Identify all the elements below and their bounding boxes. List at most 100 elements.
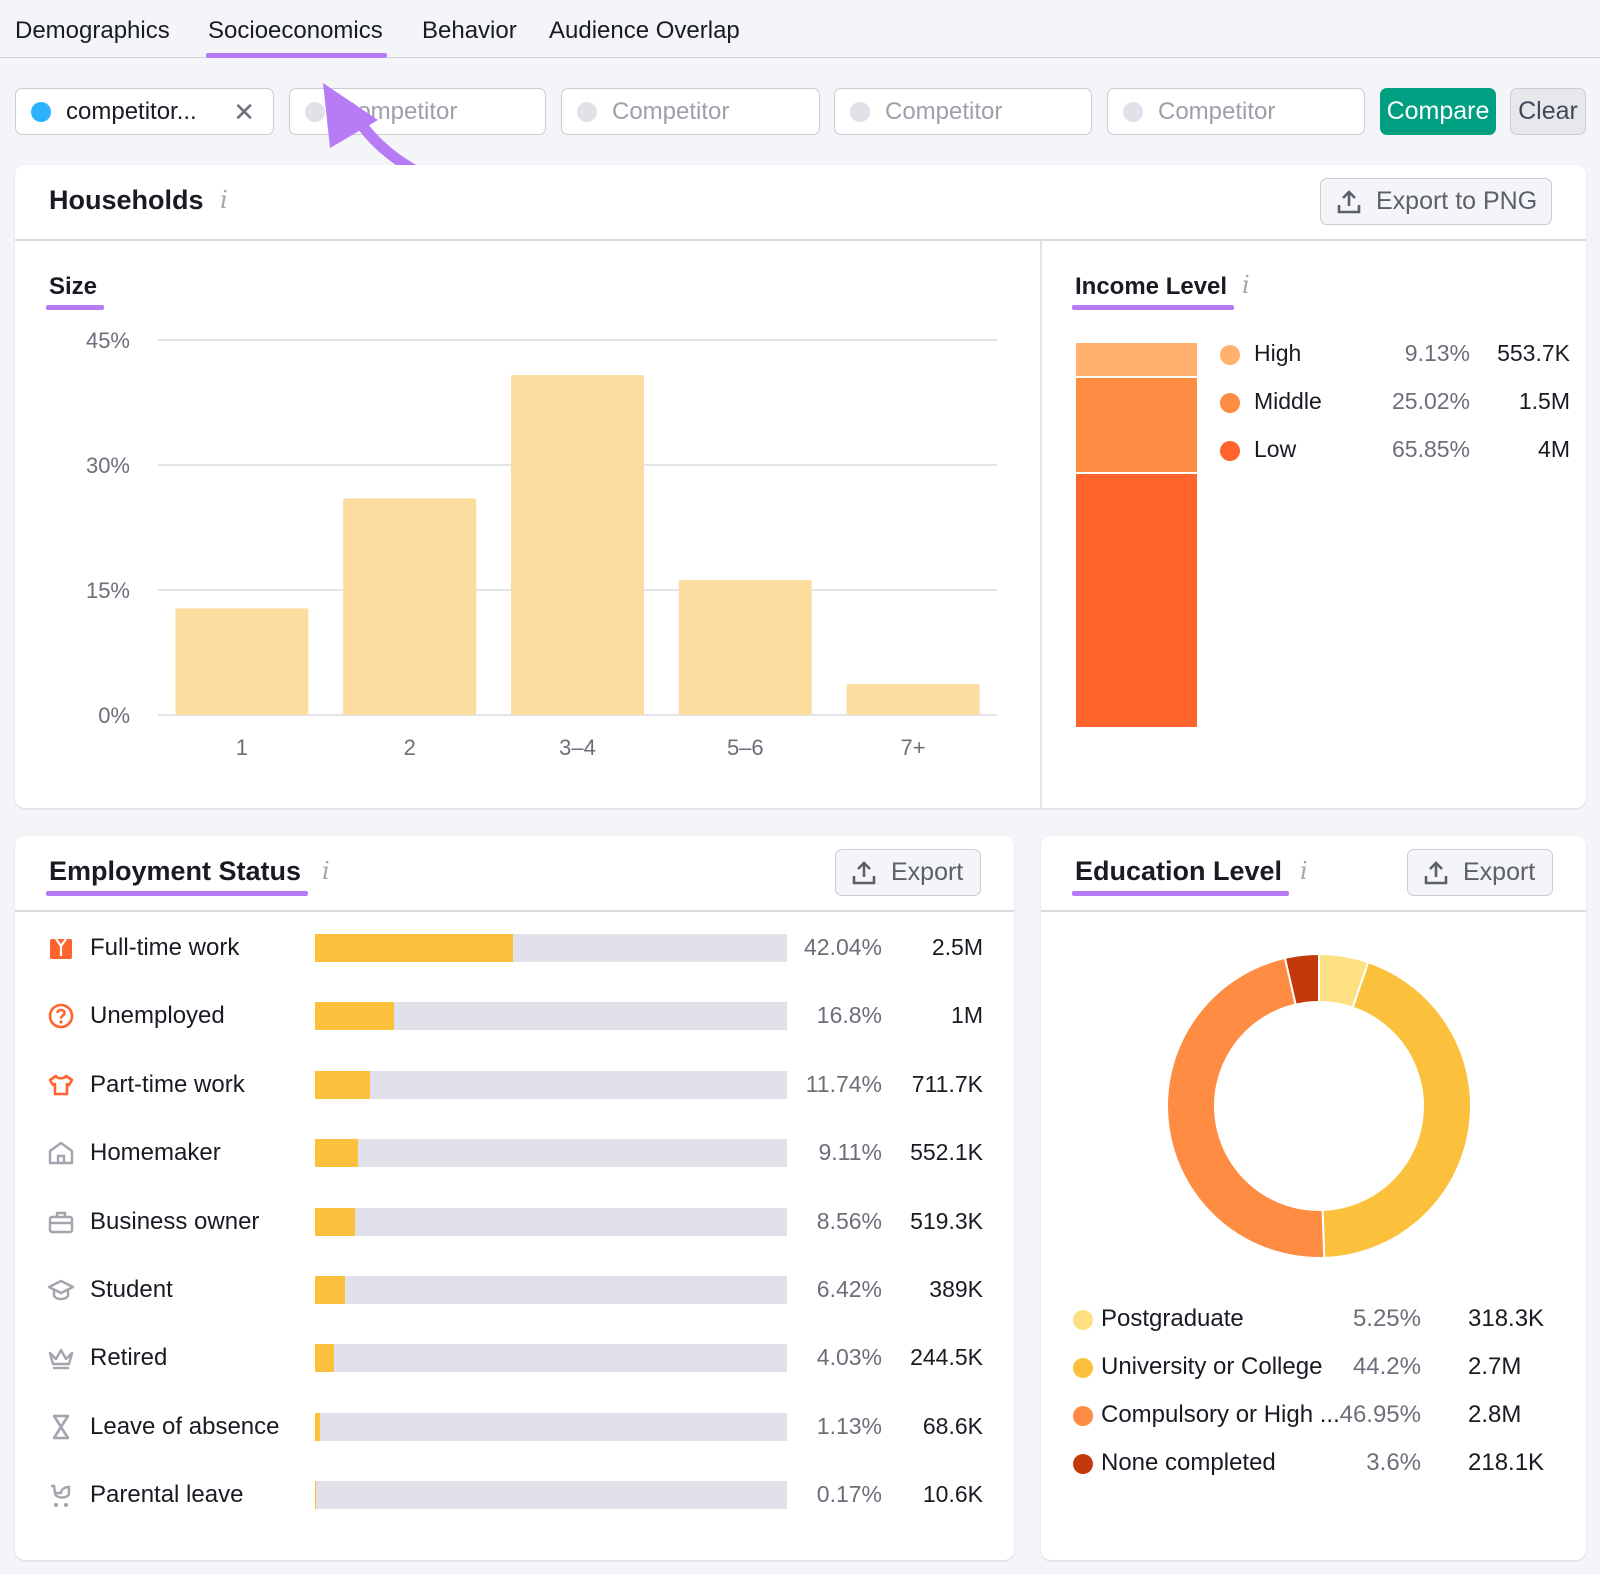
export-png-button[interactable]: Export to PNG	[1320, 178, 1552, 225]
employment-header: Employment Status i Export	[15, 836, 1014, 912]
export-education-button[interactable]: Export	[1407, 849, 1553, 896]
bar[interactable]	[846, 684, 980, 715]
donut-slice[interactable]	[1321, 960, 1472, 1259]
tab-demographics[interactable]: Demographics	[15, 17, 170, 45]
employment-value: 389K	[929, 1276, 983, 1302]
employment-bar-track	[315, 1139, 787, 1168]
info-icon[interactable]: i	[1300, 857, 1308, 885]
employment-bar-fill	[315, 1207, 356, 1236]
info-icon[interactable]: i	[220, 186, 228, 214]
legend-label: Compulsory or High ...	[1101, 1401, 1340, 1428]
education-legend-item: Postgraduate 5.25% 318.3K	[1073, 1302, 1553, 1336]
employment-value: 1M	[951, 1002, 983, 1029]
legend-label: Postgraduate	[1101, 1305, 1244, 1332]
competitor-input-5[interactable]: Competitor	[1107, 88, 1365, 135]
competitor-input-3[interactable]: Competitor	[561, 88, 820, 135]
employment-value: 68.6K	[922, 1412, 983, 1439]
education-legend-item: None completed 3.6% 218.1K	[1073, 1446, 1553, 1480]
info-icon[interactable]: i	[1242, 271, 1250, 299]
employment-row: Leave of absence 1.13% 68.6K	[15, 1407, 1015, 1447]
employment-row: Part-time work 11.74% 711.7K	[15, 1065, 1015, 1105]
employment-bar-track	[315, 1412, 787, 1441]
y-tick-label: 45%	[86, 328, 130, 353]
bar[interactable]	[678, 580, 812, 715]
education-card: Education Level i Export Postgraduate 5.2…	[1041, 836, 1586, 1560]
briefcase-icon	[47, 1208, 75, 1236]
employment-pct: 42.04%	[803, 934, 882, 960]
legend-label: Low	[1254, 436, 1297, 462]
competitor-placeholder: Competitor	[612, 97, 730, 125]
clear-button[interactable]: Clear	[1510, 88, 1586, 135]
tshirt-icon	[47, 1071, 75, 1099]
shirt-tie-icon	[47, 934, 75, 962]
employment-value: 10.6K	[922, 1481, 983, 1508]
employment-label: Retired	[90, 1344, 168, 1372]
employment-bar-fill	[315, 934, 514, 962]
employment-pct: 0.17%	[816, 1481, 882, 1508]
bar[interactable]	[511, 375, 644, 715]
tab-behavior[interactable]: Behavior	[422, 17, 517, 45]
income-legend-item: Low 65.85% 4M	[1220, 436, 1570, 466]
employment-bar-track	[315, 1070, 787, 1099]
tab-audience-overlap[interactable]: Audience Overlap	[549, 17, 740, 45]
bar[interactable]	[175, 608, 309, 715]
employment-card: Employment Status i Export Full-time wor…	[15, 836, 1014, 1560]
stroller-icon	[47, 1481, 75, 1509]
income-segment-low[interactable]	[1076, 474, 1197, 727]
export-education-label: Export	[1463, 858, 1536, 886]
households-header: Households i Export to PNG	[15, 165, 1586, 241]
employment-pct: 1.13%	[816, 1412, 882, 1439]
legend-value: 1.5M	[1518, 388, 1570, 414]
income-legend-item: High 9.13% 553.7K	[1220, 340, 1570, 370]
legend-value: 553.7K	[1497, 340, 1570, 366]
competitor-placeholder: Competitor	[885, 97, 1003, 125]
income-segment-high[interactable]	[1076, 343, 1197, 379]
employment-bar-track	[315, 1344, 787, 1373]
education-header: Education Level i Export	[1041, 836, 1586, 912]
income-segment-middle[interactable]	[1076, 378, 1197, 475]
employment-value: 244.5K	[910, 1344, 983, 1371]
competitor-color-dot	[1123, 101, 1143, 122]
export-employment-label: Export	[891, 858, 964, 886]
legend-value: 2.8M	[1468, 1401, 1522, 1428]
employment-value: 552.1K	[910, 1139, 983, 1166]
export-employment-button[interactable]: Export	[835, 849, 981, 896]
upload-icon	[1424, 860, 1448, 884]
employment-label: Unemployed	[90, 1002, 225, 1030]
employment-row: Retired 4.03% 244.5K	[15, 1338, 1015, 1378]
legend-dot-icon	[1073, 1310, 1093, 1330]
competitor-value: competitor...	[66, 97, 197, 125]
employment-value: 2.5M	[931, 934, 983, 960]
legend-pct: 25.02%	[1391, 388, 1470, 414]
clear-competitor-icon[interactable]: ✕	[233, 97, 255, 128]
hourglass-icon	[47, 1413, 75, 1441]
competitor-color-dot	[31, 101, 51, 122]
legend-dot-icon	[1073, 1454, 1093, 1474]
income-stacked-bar	[1076, 343, 1197, 727]
legend-dot-icon	[1073, 1406, 1093, 1426]
bar[interactable]	[343, 498, 477, 715]
employment-bar-track	[315, 1481, 787, 1510]
competitor-color-dot	[577, 101, 597, 122]
legend-value: 218.1K	[1468, 1449, 1545, 1476]
competitor-input-1[interactable]: competitor... ✕	[15, 88, 274, 135]
employment-bar-fill	[315, 1002, 395, 1031]
size-subtitle: Size	[45, 273, 105, 310]
x-tick-label: 1	[236, 735, 248, 760]
employment-bar-fill	[315, 1276, 346, 1304]
tab-socioeconomics[interactable]: Socioeconomics	[206, 17, 387, 58]
info-icon[interactable]: i	[322, 857, 330, 885]
employment-row: Homemaker 9.11% 552.1K	[15, 1133, 1015, 1173]
employment-bar-track	[315, 1276, 787, 1304]
legend-dot-icon	[1220, 393, 1240, 413]
y-tick-label: 0%	[98, 703, 130, 728]
legend-dot-icon	[1073, 1358, 1093, 1378]
income-legend-item: Middle 25.02% 1.5M	[1220, 388, 1570, 418]
legend-pct: 9.13%	[1404, 340, 1470, 366]
employment-pct: 6.42%	[816, 1276, 882, 1302]
compare-button[interactable]: Compare	[1380, 88, 1496, 135]
legend-dot-icon	[1220, 441, 1240, 461]
section-divider	[1040, 241, 1042, 808]
competitor-input-4[interactable]: Competitor	[834, 88, 1092, 135]
households-title: Households	[49, 185, 204, 215]
